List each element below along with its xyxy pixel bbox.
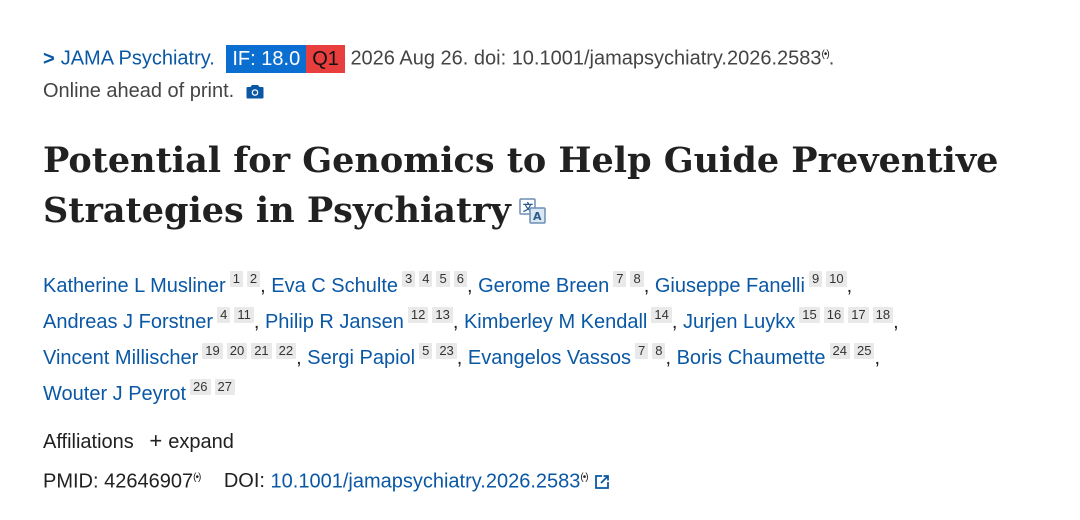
author-separator: , <box>466 274 473 297</box>
author-separator: , <box>671 310 678 333</box>
author-separator: , <box>846 274 853 297</box>
plus-icon: + <box>149 427 163 453</box>
quartile-badge: Q1 <box>306 44 345 73</box>
author-item: Boris Chaumette 24 25, <box>677 342 881 369</box>
author-item: Philip R Jansen 12 13, <box>265 306 459 333</box>
author-item: Evangelos Vassos 7 8, <box>468 342 672 369</box>
broadcast-icon[interactable]: (•) <box>580 472 588 483</box>
author-item: Eva C Schulte 3 4 5 6, <box>271 270 473 297</box>
affiliation-ref[interactable]: 8 <box>652 342 666 359</box>
citation-date-doi: 2026 Aug 26. doi: 10.1001/jamapsychiatry… <box>350 47 822 70</box>
author-name-link[interactable]: Sergi Papiol <box>307 347 415 369</box>
external-link-icon[interactable] <box>594 469 610 499</box>
author-item: Kimberley M Kendall 14, <box>464 306 678 333</box>
author-name-link[interactable]: Eva C Schulte <box>271 275 398 297</box>
impact-factor-badge: IF: 18.0 <box>226 44 307 73</box>
author-separator: , <box>643 274 650 297</box>
affiliation-ref[interactable]: 6 <box>453 270 467 287</box>
affiliation-ref[interactable]: 4 <box>217 306 231 323</box>
author-item: Katherine L Musliner 1 2, <box>43 270 266 297</box>
author-item: Gerome Breen 7 8, <box>478 270 650 297</box>
affiliation-ref[interactable]: 20 <box>226 342 248 359</box>
status-text: Online ahead of print. <box>43 79 235 102</box>
affiliation-ref[interactable]: 27 <box>214 378 235 395</box>
affiliation-ref[interactable]: 3 <box>402 270 416 287</box>
affiliation-ref[interactable]: 24 <box>829 342 851 359</box>
author-separator: , <box>296 346 302 369</box>
author-name-link[interactable]: Giuseppe Fanelli <box>655 275 805 297</box>
affiliation-ref[interactable]: 15 <box>799 306 820 323</box>
affiliation-ref[interactable]: 10 <box>826 270 847 287</box>
affiliation-ref[interactable]: 19 <box>202 342 223 359</box>
affiliation-ref[interactable]: 16 <box>823 306 845 323</box>
affiliation-ref[interactable]: 1 <box>229 270 243 287</box>
affiliation-ref[interactable]: 5 <box>436 270 450 287</box>
author-name-link[interactable]: Gerome Breen <box>478 275 609 297</box>
author-name-link[interactable]: Philip R Jansen <box>265 311 404 333</box>
affiliation-ref[interactable]: 12 <box>407 306 429 323</box>
affiliation-ref[interactable]: 25 <box>854 342 875 359</box>
affiliation-ref[interactable]: 5 <box>419 342 433 359</box>
author-separator: , <box>253 310 260 333</box>
author-item: Andreas J Forstner 4 11, <box>43 306 260 333</box>
author-separator: , <box>456 346 463 369</box>
broadcast-icon[interactable]: (•) <box>193 472 201 483</box>
affiliation-ref[interactable]: 2 <box>246 270 261 287</box>
doi-label: DOI: <box>223 470 265 493</box>
affiliation-ref[interactable]: 23 <box>436 342 457 359</box>
author-item: Wouter J Peyrot 26 27 <box>43 378 235 405</box>
affiliation-ref[interactable]: 18 <box>872 306 894 323</box>
affiliation-ref[interactable]: 4 <box>419 270 433 287</box>
author-item: Vincent Millischer 19 20 21 22, <box>43 342 302 369</box>
author-list: Katherine L Musliner 1 2, Eva C Schulte 3 4 5… <box>43 268 1053 412</box>
affiliation-ref[interactable]: 14 <box>651 306 672 323</box>
identifiers-row: PMID: 42646907(•) DOI: 10.1001/jamapsych… <box>43 463 1080 500</box>
affiliation-ref[interactable]: 7 <box>613 270 627 287</box>
affiliation-ref[interactable]: 13 <box>432 306 453 323</box>
page-title: Potential for Genomics to Help Guide Pre… <box>43 136 1043 238</box>
affiliation-ref[interactable]: 9 <box>808 270 823 287</box>
affiliation-ref[interactable]: 22 <box>275 342 297 359</box>
author-name-link[interactable]: Andreas J Forstner <box>43 311 213 333</box>
svg-text:A: A <box>533 210 542 223</box>
article-header: > JAMA Psychiatry. IF: 18.0 Q1 2026 Aug 26… <box>0 0 1080 520</box>
author-item: Giuseppe Fanelli 9 10, <box>655 270 853 297</box>
translate-icon[interactable]: 文 A <box>519 188 547 238</box>
expand-affiliations-button[interactable]: + expand <box>149 427 234 453</box>
author-separator: , <box>874 346 881 369</box>
chevron-right-icon[interactable]: > <box>43 48 55 70</box>
broadcast-icon[interactable]: (•) <box>822 49 830 60</box>
author-name-link[interactable]: Evangelos Vassos <box>468 347 631 369</box>
author-name-link[interactable]: Katherine L Musliner <box>43 275 226 297</box>
author-separator: , <box>260 274 266 297</box>
affiliation-ref[interactable]: 26 <box>190 378 211 395</box>
author-item: Sergi Papiol 5 23, <box>307 342 463 369</box>
affiliations-label: Affiliations <box>43 430 134 453</box>
author-separator: , <box>893 310 899 333</box>
pmid-value: 42646907 <box>104 470 194 493</box>
author-name-link[interactable]: Boris Chaumette <box>677 347 826 369</box>
author-separator: , <box>452 310 459 333</box>
affiliation-ref[interactable]: 17 <box>848 306 869 323</box>
journal-link[interactable]: JAMA Psychiatry. <box>61 48 215 70</box>
affiliation-ref[interactable]: 7 <box>634 342 649 359</box>
publication-status: Online ahead of print. <box>43 76 1080 108</box>
citation-line: > JAMA Psychiatry. IF: 18.0 Q1 2026 Aug 26… <box>43 38 1080 76</box>
affiliations-row: Affiliations + expand <box>43 426 1080 457</box>
author-item: Jurjen Luykx 15 16 17 18, <box>683 306 899 333</box>
camera-icon[interactable] <box>246 78 264 108</box>
doi-link[interactable]: 10.1001/jamapsychiatry.2026.2583 <box>271 470 581 492</box>
expand-label: expand <box>168 430 234 453</box>
citation-period: . <box>828 47 835 70</box>
author-name-link[interactable]: Jurjen Luykx <box>683 311 795 333</box>
author-separator: , <box>665 346 672 369</box>
author-name-link[interactable]: Vincent Millischer <box>43 347 198 369</box>
affiliation-ref[interactable]: 21 <box>251 342 272 359</box>
author-name-link[interactable]: Wouter J Peyrot <box>43 383 186 405</box>
author-name-link[interactable]: Kimberley M Kendall <box>464 311 647 333</box>
pmid-label: PMID: <box>43 470 99 493</box>
affiliation-ref[interactable]: 11 <box>234 306 254 323</box>
affiliation-ref[interactable]: 8 <box>630 270 644 287</box>
